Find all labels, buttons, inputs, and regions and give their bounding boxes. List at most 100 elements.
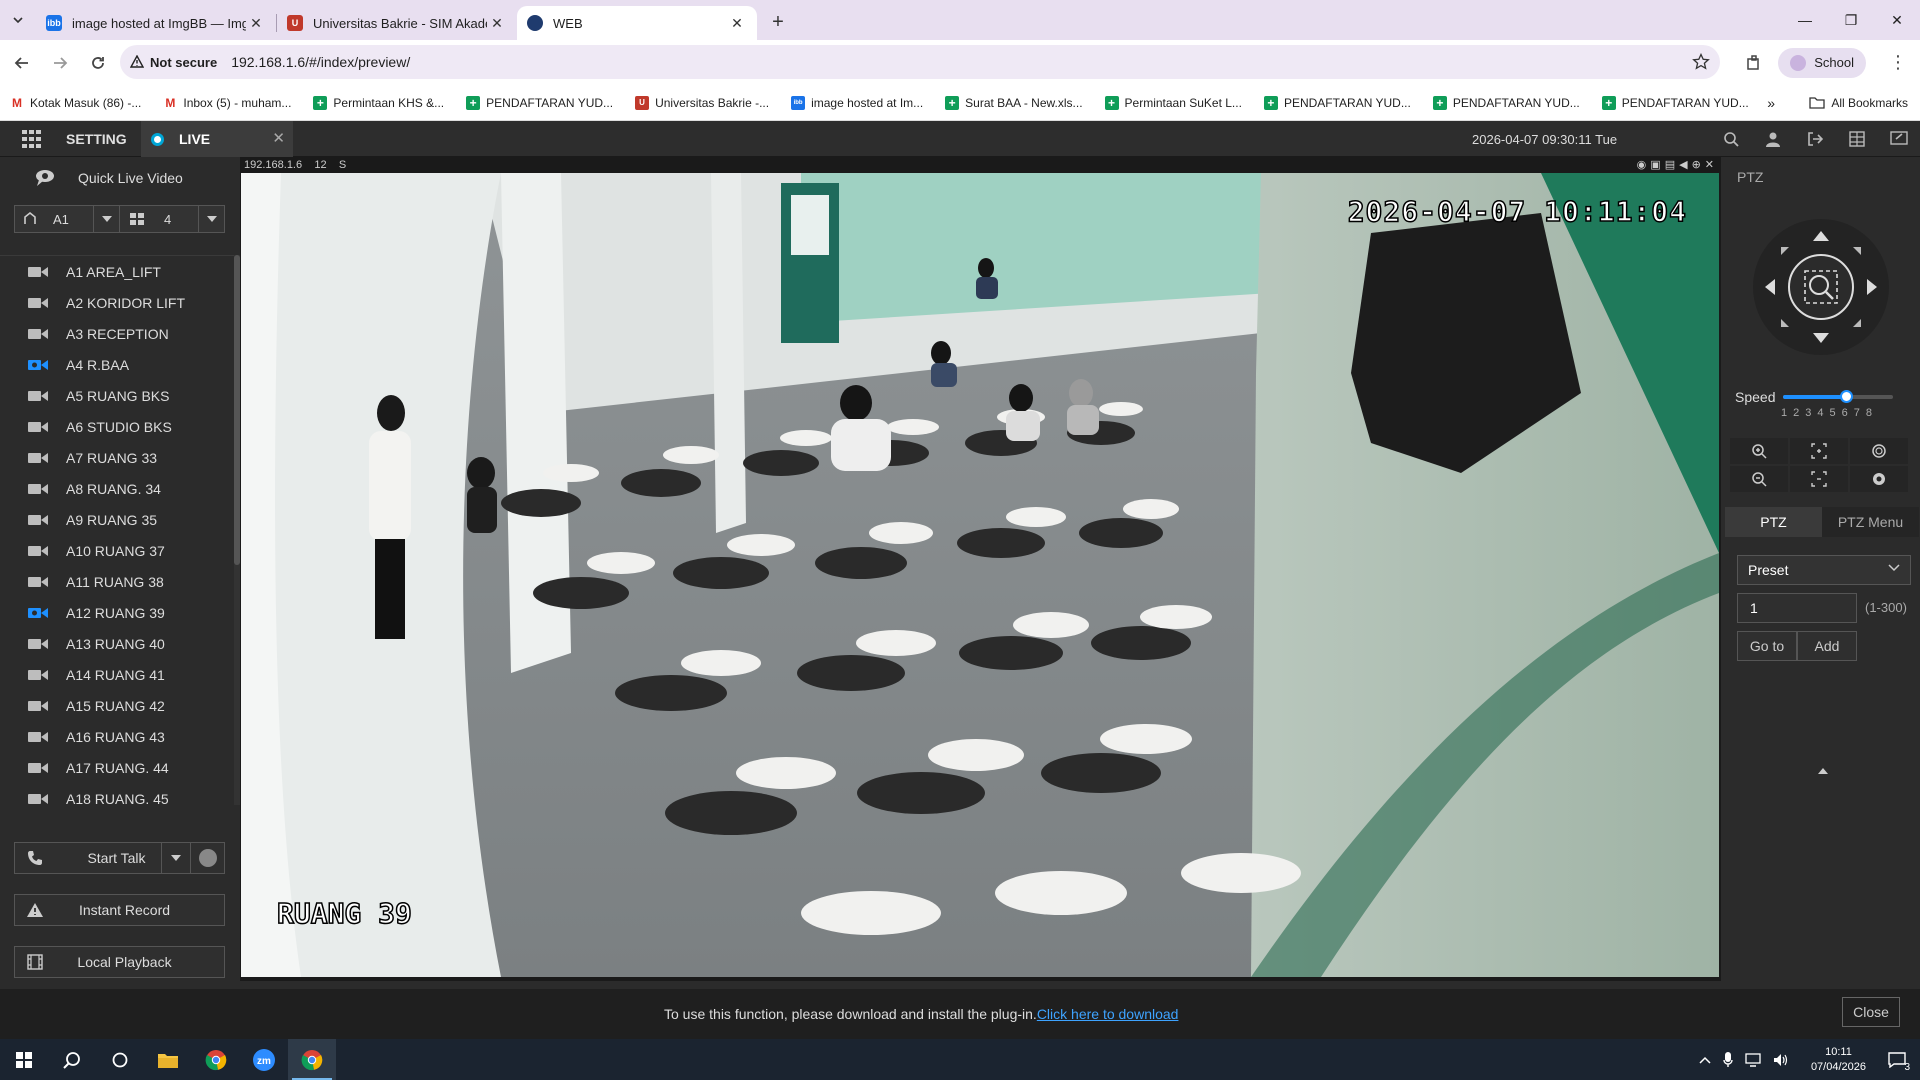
bookmark-item[interactable]: M Inbox (5) - muham... [163, 96, 291, 110]
camera-list-item[interactable]: A1 AREA_LIFT [0, 256, 234, 287]
camera-list-item[interactable]: A3 RECEPTION [0, 318, 234, 349]
camera-list-item[interactable]: A5 RUANG BKS [0, 380, 234, 411]
focus-far-icon[interactable] [1789, 465, 1849, 493]
zoom-app-icon[interactable]: zm [240, 1039, 288, 1080]
close-tab-icon[interactable]: ✕ [487, 15, 507, 32]
speed-level-label[interactable]: 7 [1854, 407, 1860, 419]
setting-tab[interactable]: SETTING [66, 131, 127, 147]
tab-search-button[interactable] [0, 0, 36, 40]
bookmark-item[interactable]: ibb image hosted at Im... [791, 95, 923, 110]
speed-level-label[interactable]: 2 [1793, 407, 1799, 419]
download-plugin-link[interactable]: Click here to download [1037, 1006, 1179, 1022]
bookmark-item[interactable]: U Universitas Bakrie -... [635, 95, 769, 110]
eye-icon[interactable]: ◉ [1637, 158, 1647, 171]
speed-level-label[interactable]: 5 [1830, 407, 1836, 419]
bookmark-item[interactable]: + Permintaan SuKet L... [1104, 95, 1242, 110]
search-icon[interactable] [1710, 131, 1752, 147]
speed-level-label[interactable]: 4 [1817, 407, 1823, 419]
speed-level-label[interactable]: 3 [1805, 407, 1811, 419]
zoom-out-icon[interactable] [1729, 465, 1789, 493]
bookmark-item[interactable]: + Surat BAA - New.xls... [945, 95, 1083, 110]
bookmark-item[interactable]: + Permintaan KHS &... [313, 95, 444, 110]
menu-kebab-icon[interactable]: ⋮ [1882, 47, 1914, 79]
instant-record-button[interactable]: Instant Record [14, 894, 225, 926]
preset-number-input[interactable]: 1 [1737, 593, 1857, 623]
bookmark-item[interactable]: + PENDAFTARAN YUD... [1432, 95, 1580, 110]
taskbar-clock[interactable]: 10:11 07/04/2026 [1795, 1045, 1882, 1075]
restore-icon[interactable]: ❐ [1828, 0, 1874, 40]
camera-list-item[interactable]: A9 RUANG 35 [0, 504, 234, 535]
back-button[interactable] [6, 47, 38, 79]
bookmark-star-icon[interactable] [1692, 53, 1710, 71]
focus-near-icon[interactable] [1789, 437, 1849, 465]
profile-button[interactable]: School [1778, 47, 1866, 78]
speed-level-label[interactable]: 8 [1866, 407, 1872, 419]
iris-open-icon[interactable] [1849, 437, 1909, 465]
local-playback-button[interactable]: Local Playback [14, 946, 225, 978]
camera-list-item[interactable]: A7 RUANG 33 [0, 442, 234, 473]
speed-level-label[interactable]: 6 [1842, 407, 1848, 419]
zoom-icon[interactable]: ⊕ [1692, 158, 1701, 171]
tab-ptz[interactable]: PTZ [1725, 507, 1822, 537]
zoom-in-icon[interactable] [1729, 437, 1789, 465]
address-bar[interactable]: Not secure 192.168.1.6/#/index/preview/ [120, 45, 1720, 79]
reload-button[interactable] [82, 47, 114, 79]
close-tab-icon[interactable]: ✕ [246, 15, 266, 32]
browser-tab-web[interactable]: WEB ✕ [517, 6, 757, 40]
forward-button[interactable] [44, 47, 76, 79]
chevron-down-icon[interactable] [93, 206, 119, 232]
security-indicator[interactable]: Not secure [130, 55, 231, 70]
snapshot-icon[interactable]: ▣ [1650, 158, 1660, 171]
browser-tab-imgbb[interactable]: ibb image hosted at ImgBB — ImgBB ✕ [36, 6, 276, 40]
camera-list-item[interactable]: A17 RUANG. 44 [0, 752, 234, 783]
task-view-icon[interactable] [96, 1039, 144, 1080]
preset-select[interactable]: Preset [1737, 555, 1911, 585]
microphone-icon[interactable] [1717, 1051, 1739, 1068]
chevron-down-icon[interactable] [161, 843, 191, 873]
user-icon[interactable] [1752, 131, 1794, 147]
camera-list-item[interactable]: A2 KORIDOR LIFT [0, 287, 234, 318]
quick-live-video[interactable]: Quick Live Video [0, 157, 240, 199]
fullscreen-icon[interactable] [1878, 131, 1920, 147]
camera-list-item[interactable]: A6 STUDIO BKS [0, 411, 234, 442]
windows-start-icon[interactable] [0, 1039, 48, 1080]
collapse-up-icon[interactable] [1817, 767, 1829, 775]
camera-feed[interactable]: 2026-04-07 10:11:04 RUANG 39 [241, 173, 1719, 977]
bookmark-item[interactable]: + PENDAFTARAN YUD... [466, 95, 613, 110]
volume-icon[interactable] [1767, 1053, 1795, 1067]
record-icon[interactable]: ▤ [1665, 158, 1675, 171]
camera-list-item[interactable]: A4 R.BAA [0, 349, 234, 380]
camera-list-item[interactable]: A12 RUANG 39 [0, 597, 234, 628]
file-explorer-icon[interactable] [144, 1039, 192, 1080]
camera-list-item[interactable]: A14 RUANG 41 [0, 659, 234, 690]
goto-preset-button[interactable]: Go to [1737, 631, 1797, 661]
camera-list-item[interactable]: A15 RUANG 42 [0, 690, 234, 721]
bookmark-item[interactable]: + PENDAFTARAN YUD... [1601, 95, 1749, 110]
camera-list-item[interactable]: A10 RUANG 37 [0, 535, 234, 566]
add-preset-button[interactable]: Add [1797, 631, 1857, 661]
camera-list-item[interactable]: A16 RUANG 43 [0, 721, 234, 752]
tab-ptz-menu[interactable]: PTZ Menu [1822, 507, 1919, 537]
ptz-direction-pad[interactable] [1751, 217, 1891, 357]
bookmark-item[interactable]: M Kotak Masuk (86) -... [10, 96, 141, 110]
notification-icon[interactable]: 3 [1882, 1051, 1920, 1073]
start-talk-button[interactable]: Start Talk [14, 842, 225, 874]
close-window-icon[interactable]: ✕ [1874, 0, 1920, 40]
close-icon[interactable]: ✕ [272, 129, 285, 147]
extensions-icon[interactable] [1738, 47, 1770, 79]
logout-icon[interactable] [1794, 131, 1836, 147]
camera-list-item[interactable]: A11 RUANG 38 [0, 566, 234, 597]
all-bookmarks-button[interactable]: All Bookmarks [1809, 85, 1908, 121]
iris-close-icon[interactable] [1849, 465, 1909, 493]
search-icon[interactable] [48, 1039, 96, 1080]
camera-list-item[interactable]: A8 RUANG. 34 [0, 473, 234, 504]
network-icon[interactable] [1739, 1052, 1767, 1067]
speed-level-label[interactable]: 1 [1781, 407, 1787, 419]
chrome-icon[interactable] [192, 1039, 240, 1080]
chevron-up-icon[interactable] [1693, 1056, 1717, 1064]
speed-slider-handle[interactable] [1839, 390, 1853, 403]
new-tab-button[interactable]: + [763, 11, 793, 34]
live-tab[interactable]: LIVE ✕ [141, 121, 293, 157]
channel-select[interactable]: A1 [14, 205, 120, 233]
bookmarks-overflow-icon[interactable]: » [1767, 85, 1775, 121]
